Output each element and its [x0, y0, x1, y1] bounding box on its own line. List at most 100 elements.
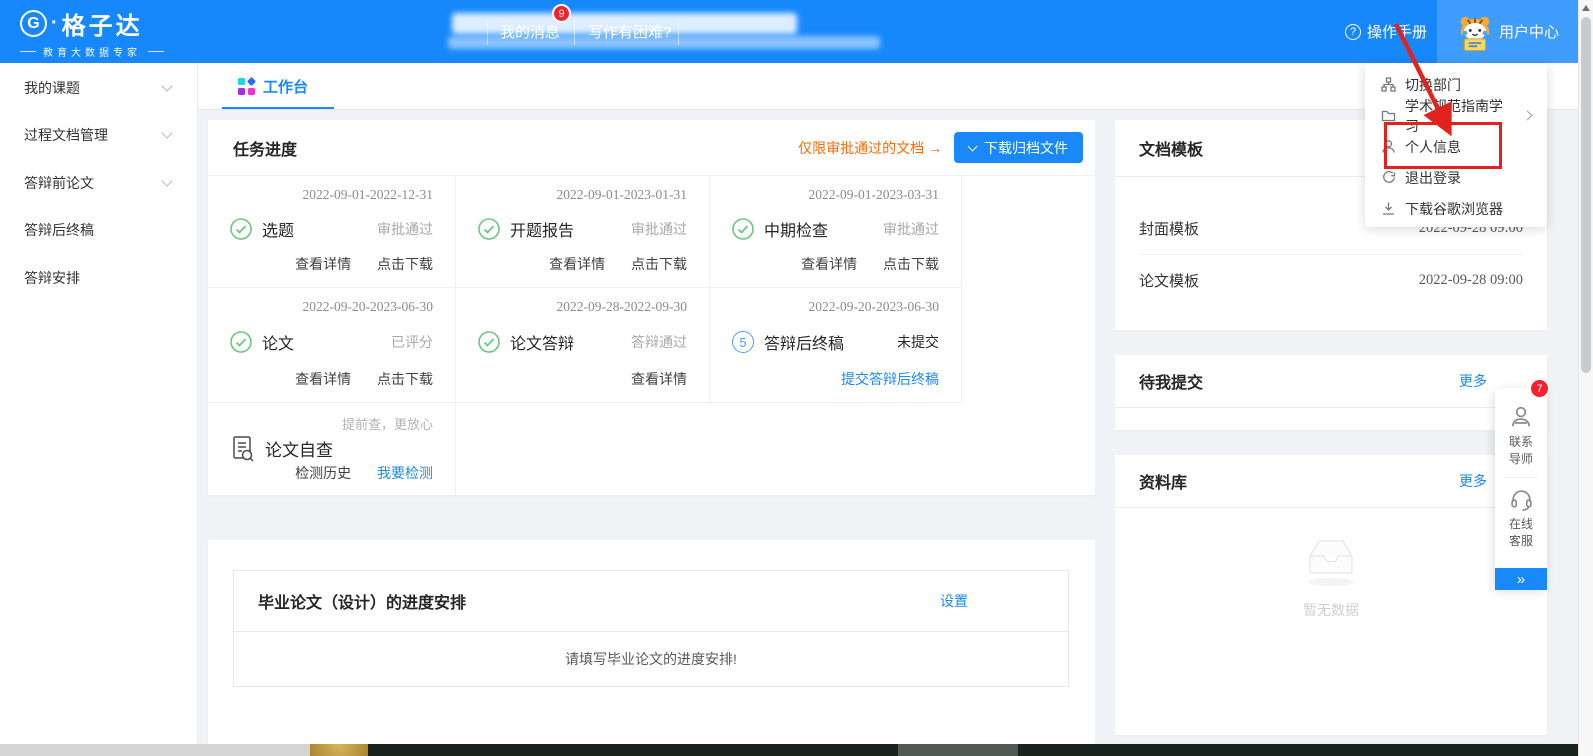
online-service-button[interactable]: 在线客服: [1507, 487, 1535, 550]
sidebar: 我的课题 过程文档管理 答辩前论文 答辩后终稿 答辩安排: [0, 63, 198, 744]
chevron-down-icon: [161, 128, 172, 139]
view-details-link[interactable]: 查看详情: [631, 371, 687, 387]
check-circle-icon: [478, 331, 500, 353]
nav-messages[interactable]: 我的消息: [500, 0, 560, 63]
template-date: 2022-09-28 09:00: [1419, 272, 1523, 289]
library-title: 资料库: [1139, 469, 1187, 493]
self-check-cell: 提前查，更放心 论文自查 检测历史 我要检测: [208, 403, 456, 496]
pending-submissions-panel: 待我提交 更多: [1115, 355, 1547, 430]
task-status: 答辩通过: [631, 332, 687, 352]
task-cell-topic: 2022-09-01-2022-12-31 选题 审批通过 查看详情 点击下载: [208, 176, 456, 288]
notification-badge: 7: [1530, 379, 1549, 398]
chevron-right-icon: [1523, 111, 1533, 121]
view-details-link[interactable]: 查看详情: [549, 256, 605, 272]
tab-workbench[interactable]: 工作台: [222, 63, 324, 109]
background-window-strip: [368, 744, 898, 756]
question-circle-icon: ?: [1345, 24, 1361, 40]
task-cell-midterm: 2022-09-01-2023-03-31 中期检查 审批通过 查看详情 点击下…: [710, 176, 962, 288]
task-progress-panel: 任务进度 仅限审批通过的文档 → 下载归档文件 2022-09-01-2022-…: [208, 120, 1095, 495]
view-details-link[interactable]: 查看详情: [295, 256, 351, 272]
sidebar-item-process-docs[interactable]: 过程文档管理: [0, 112, 197, 160]
user-center-label: 用户中心: [1499, 21, 1559, 42]
sidebar-item-defense-schedule[interactable]: 答辩安排: [0, 254, 197, 302]
task-name: 答辩后终稿: [764, 330, 844, 354]
download-link[interactable]: 点击下载: [377, 256, 433, 272]
headset-icon: [1509, 487, 1534, 512]
person-icon: [1508, 404, 1534, 430]
nav-writing-help[interactable]: 写作有困难?: [588, 0, 671, 63]
logo-title: 格子达: [62, 6, 143, 41]
library-panel: 资料库 更多 暂无数据: [1115, 455, 1547, 735]
task-status: 审批通过: [377, 219, 433, 239]
archive-notice: 仅限审批通过的文档 →: [798, 138, 942, 158]
task-date: 2022-09-28-2022-09-30: [478, 299, 687, 315]
document-search-icon: [230, 435, 255, 462]
background-window-strip: [0, 744, 310, 756]
top-header: G · 格子达 教育大数据专家 我的消息 9 写作有困难? ? 操作手册: [0, 0, 1593, 63]
logout-icon: [1381, 170, 1396, 185]
check-history-link[interactable]: 检测历史: [295, 465, 351, 481]
sidebar-item-my-topics[interactable]: 我的课题: [0, 64, 197, 112]
task-status: 审批通过: [631, 219, 687, 239]
empty-box-icon: [1298, 533, 1364, 587]
workbench-icon: [238, 78, 255, 95]
start-check-link[interactable]: 我要检测: [377, 465, 433, 481]
schedule-settings-link[interactable]: 设置: [940, 591, 968, 611]
header-divider: [487, 19, 488, 45]
task-cell-final-draft: 2022-09-20-2023-06-30 5 答辩后终稿 未提交 提交答辩后终…: [710, 288, 962, 403]
logo-tagline: 教育大数据专家: [20, 44, 210, 59]
background-window-strip: [898, 744, 1018, 756]
sidebar-item-pre-defense-thesis[interactable]: 答辩前论文: [0, 159, 197, 207]
divider: [1504, 477, 1538, 478]
submit-final-draft-link[interactable]: 提交答辩后终稿: [841, 371, 939, 387]
pending-more-link[interactable]: 更多: [1459, 371, 1487, 391]
task-date: 2022-09-01-2023-01-31: [478, 187, 687, 203]
schedule-panel: 毕业论文（设计）的进度安排 设置 请填写毕业论文的进度安排!: [208, 540, 1095, 744]
task-name: 选题: [262, 217, 294, 241]
download-link[interactable]: 点击下载: [377, 371, 433, 387]
task-cell-defense: 2022-09-28-2022-09-30 论文答辩 答辩通过 查看详情: [456, 288, 710, 403]
templates-title: 文档模板: [1139, 136, 1203, 160]
logo-g-icon: G: [20, 10, 47, 37]
panel-title: 任务进度: [233, 136, 297, 160]
app-logo[interactable]: G · 格子达 教育大数据专家: [20, 6, 210, 58]
check-circle-icon: [230, 218, 252, 240]
task-cell-thesis: 2022-09-20-2023-06-30 论文 已评分 查看详情 点击下载: [208, 288, 456, 403]
schedule-empty-text: 请填写毕业论文的进度安排!: [234, 632, 1068, 686]
sidebar-item-post-defense-final[interactable]: 答辩后终稿: [0, 207, 197, 255]
background-window-strip: [1018, 744, 1593, 756]
mascot-icon: [1456, 13, 1494, 51]
menu-item-download-chrome[interactable]: 下载谷歌浏览器: [1365, 193, 1547, 224]
task-name: 中期检查: [764, 217, 828, 241]
header-divider: [678, 19, 679, 45]
collapse-widget-button[interactable]: »: [1495, 568, 1547, 590]
download-archive-button[interactable]: 下载归档文件: [954, 132, 1083, 163]
task-date: 2022-09-01-2023-03-31: [732, 187, 939, 203]
task-name: 开题报告: [510, 217, 574, 241]
task-name: 论文: [262, 330, 294, 354]
contact-advisor-button[interactable]: 联系导师: [1507, 404, 1535, 468]
task-name: 论文答辩: [510, 330, 574, 354]
view-details-link[interactable]: 查看详情: [801, 256, 857, 272]
annotation-arrow: [1388, 18, 1460, 138]
library-empty-state: 暂无数据: [1115, 533, 1547, 620]
scroll-up-arrow[interactable]: [1582, 5, 1590, 11]
task-status: 已评分: [391, 332, 433, 352]
view-details-link[interactable]: 查看详情: [295, 371, 351, 387]
task-date: 2022-09-20-2023-06-30: [732, 299, 939, 315]
task-status: 未提交: [897, 332, 939, 352]
double-chevron-right-icon: »: [1517, 571, 1525, 588]
schedule-box: 毕业论文（设计）的进度安排 设置 请填写毕业论文的进度安排!: [233, 570, 1069, 687]
messages-count-badge: 9: [552, 4, 571, 23]
pending-title: 待我提交: [1139, 369, 1203, 393]
self-check-hint: 提前查，更放心: [230, 414, 433, 433]
download-link[interactable]: 点击下载: [883, 256, 939, 272]
chevron-down-icon: [161, 175, 172, 186]
chevron-down-icon: [161, 80, 172, 91]
template-row-thesis[interactable]: 论文模板 2022-09-28 09:00: [1139, 254, 1523, 305]
download-icon: [1381, 201, 1396, 216]
scrollbar-thumb[interactable]: [1581, 17, 1591, 373]
library-more-link[interactable]: 更多: [1459, 471, 1487, 491]
app-screen: G · 格子达 教育大数据专家 我的消息 9 写作有困难? ? 操作手册: [0, 0, 1593, 756]
download-link[interactable]: 点击下载: [631, 256, 687, 272]
